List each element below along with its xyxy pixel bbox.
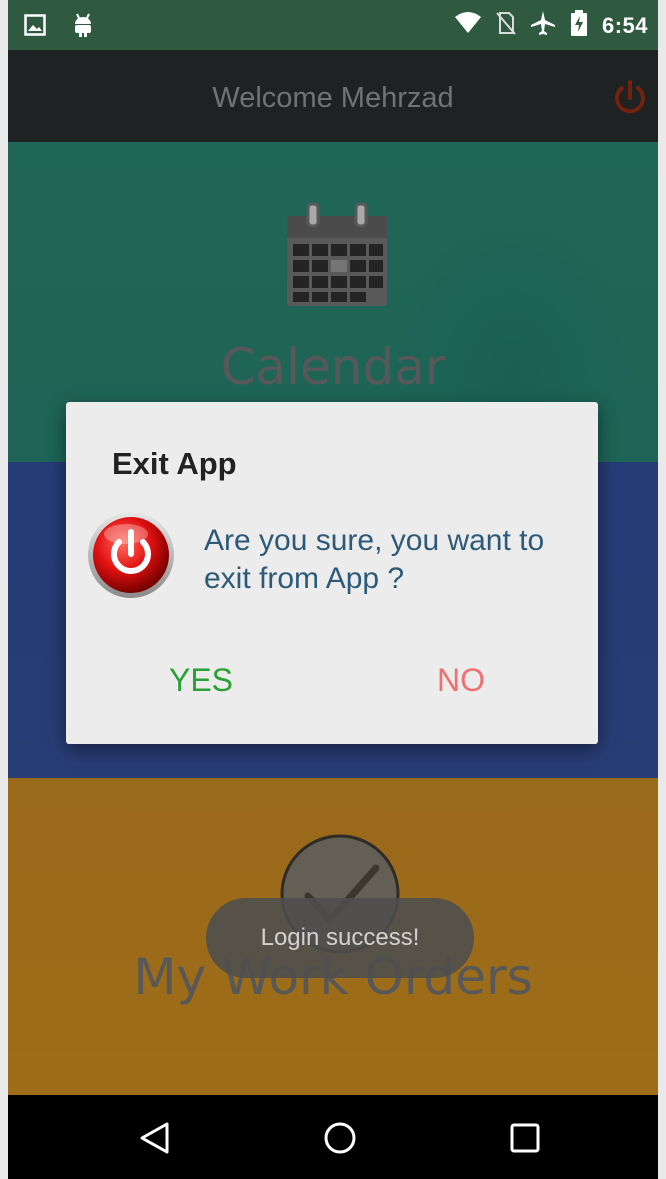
- image-icon: [24, 14, 46, 41]
- exit-dialog: Exit App Are you sure, you want to exit …: [66, 402, 598, 744]
- home-icon[interactable]: [323, 1121, 357, 1160]
- dialog-title: Exit App: [112, 446, 237, 481]
- airplane-icon: [530, 10, 556, 41]
- dialog-message: Are you sure, you want to exit from App …: [204, 524, 545, 595]
- status-bar: 6:54: [8, 0, 658, 50]
- battery-charging-icon: [570, 10, 588, 41]
- recents-icon[interactable]: [508, 1121, 542, 1160]
- power-button-icon: [86, 510, 176, 605]
- wifi-icon: [454, 11, 482, 40]
- navigation-bar: [8, 1095, 658, 1179]
- clock: 6:54: [601, 12, 648, 38]
- android-icon: [72, 12, 94, 43]
- yes-button[interactable]: YES: [146, 652, 256, 708]
- back-icon[interactable]: [138, 1121, 172, 1160]
- no-sim-icon: [496, 11, 516, 40]
- no-button[interactable]: NO: [406, 652, 516, 708]
